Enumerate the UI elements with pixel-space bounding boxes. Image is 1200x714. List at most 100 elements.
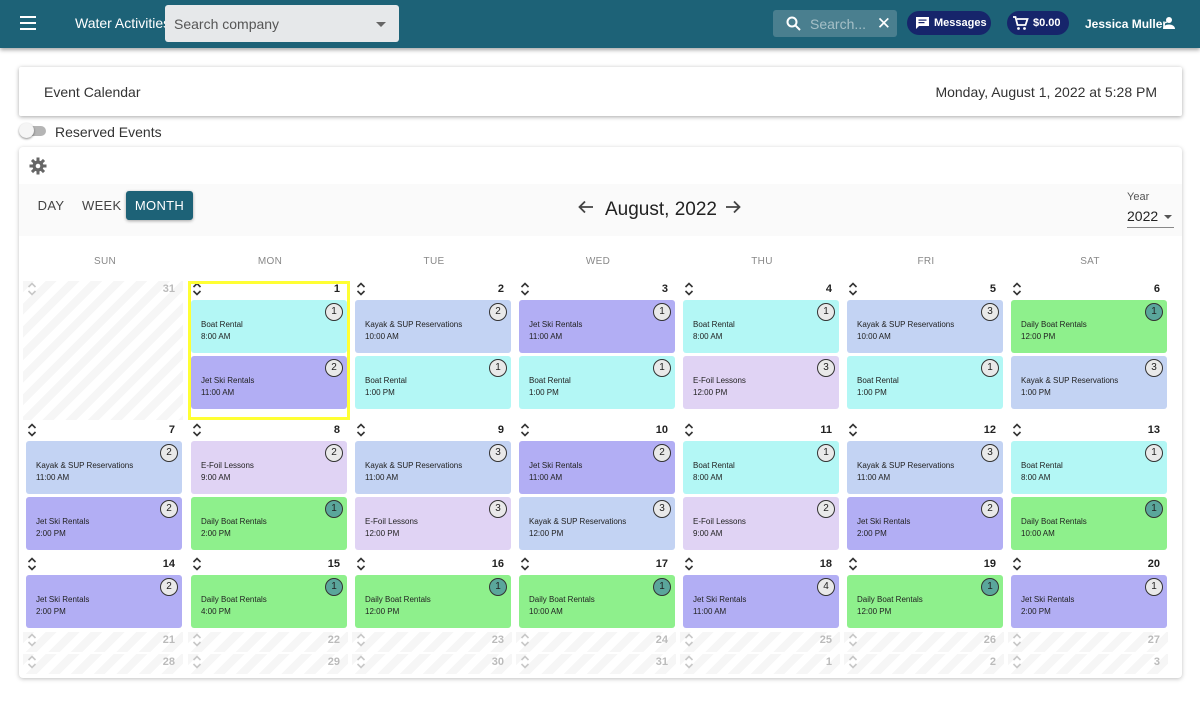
event-kayak[interactable]: Kayak & SUP Reservations 11:00 AM 2 [26, 441, 182, 494]
day-number[interactable]: 18 [802, 558, 832, 570]
event-boat[interactable]: Boat Rental 1:00 PM 1 [847, 356, 1003, 409]
search-input[interactable]: Search... ✕ [773, 10, 897, 37]
chevron-updown-icon[interactable] [192, 633, 202, 647]
chevron-updown-icon[interactable] [848, 655, 858, 669]
chevron-updown-icon[interactable] [520, 633, 530, 647]
gear-icon[interactable] [29, 157, 47, 175]
chevron-updown-icon[interactable] [520, 282, 530, 296]
event-kayak[interactable]: Kayak & SUP Reservations 1:00 PM 3 [1011, 356, 1167, 409]
day-number[interactable]: 27 [1130, 634, 1160, 646]
event-daily[interactable]: Daily Boat Rentals 12:00 PM 1 [1011, 300, 1167, 353]
day-number[interactable]: 29 [310, 656, 340, 668]
day-number[interactable]: 2 [474, 283, 504, 295]
arrow-right-icon[interactable] [725, 200, 741, 214]
chevron-updown-icon[interactable] [848, 282, 858, 296]
day-number[interactable]: 11 [802, 424, 832, 436]
chevron-updown-icon[interactable] [684, 282, 694, 296]
chevron-updown-icon[interactable] [1012, 423, 1022, 437]
event-jetski[interactable]: Jet Ski Rentals 2:00 PM 2 [26, 497, 182, 550]
chevron-updown-icon[interactable] [27, 655, 37, 669]
chevron-updown-icon[interactable] [520, 557, 530, 571]
day-number[interactable]: 6 [1130, 283, 1160, 295]
event-jetski[interactable]: Jet Ski Rentals 11:00 AM 4 [683, 575, 839, 628]
event-jetski[interactable]: Jet Ski Rentals 11:00 AM 1 [519, 300, 675, 353]
chevron-updown-icon[interactable] [1012, 655, 1022, 669]
event-daily[interactable]: Daily Boat Rentals 10:00 AM 1 [1011, 497, 1167, 550]
person-icon[interactable] [1162, 16, 1176, 30]
day-number[interactable]: 23 [474, 634, 504, 646]
event-jetski[interactable]: Jet Ski Rentals 2:00 PM 2 [847, 497, 1003, 550]
event-daily[interactable]: Daily Boat Rentals 2:00 PM 1 [191, 497, 347, 550]
chevron-updown-icon[interactable] [684, 423, 694, 437]
chevron-updown-icon[interactable] [520, 423, 530, 437]
year-select[interactable]: 2022 [1127, 208, 1174, 228]
chevron-updown-icon[interactable] [848, 557, 858, 571]
menu-icon[interactable] [20, 16, 36, 30]
event-efoil[interactable]: E-Foil Lessons 12:00 PM 3 [355, 497, 511, 550]
chevron-updown-icon[interactable] [192, 557, 202, 571]
event-boat[interactable]: Boat Rental 1:00 PM 1 [355, 356, 511, 409]
event-boat[interactable]: Boat Rental 8:00 AM 1 [683, 300, 839, 353]
day-number[interactable]: 13 [1130, 424, 1160, 436]
event-kayak[interactable]: Kayak & SUP Reservations 11:00 AM 3 [847, 441, 1003, 494]
day-number[interactable]: 25 [802, 634, 832, 646]
chevron-updown-icon[interactable] [1012, 282, 1022, 296]
chevron-updown-icon[interactable] [684, 557, 694, 571]
chevron-updown-icon[interactable] [520, 655, 530, 669]
messages-button[interactable]: Messages [907, 11, 991, 35]
day-number[interactable]: 10 [638, 424, 668, 436]
chevron-updown-icon[interactable] [27, 423, 37, 437]
event-jetski[interactable]: Jet Ski Rentals 11:00 AM 2 [519, 441, 675, 494]
day-number[interactable]: 14 [145, 558, 175, 570]
day-number[interactable]: 4 [802, 283, 832, 295]
day-number[interactable]: 22 [310, 634, 340, 646]
chevron-updown-icon[interactable] [848, 423, 858, 437]
company-select[interactable]: Search company [165, 5, 399, 42]
chevron-updown-icon[interactable] [848, 633, 858, 647]
day-number[interactable]: 3 [638, 283, 668, 295]
day-number[interactable]: 5 [966, 283, 996, 295]
chevron-updown-icon[interactable] [684, 655, 694, 669]
chevron-updown-icon[interactable] [192, 423, 202, 437]
chevron-updown-icon[interactable] [356, 557, 366, 571]
chevron-updown-icon[interactable] [1012, 557, 1022, 571]
day-number[interactable]: 28 [145, 656, 175, 668]
cart-button[interactable]: $0.00 [1007, 11, 1069, 35]
chevron-updown-icon[interactable] [356, 423, 366, 437]
day-number[interactable]: 21 [145, 634, 175, 646]
day-number[interactable]: 19 [966, 558, 996, 570]
event-boat[interactable]: Boat Rental 8:00 AM 1 [683, 441, 839, 494]
event-daily[interactable]: Daily Boat Rentals 12:00 PM 1 [355, 575, 511, 628]
day-number[interactable]: 1 [802, 656, 832, 668]
event-jetski[interactable]: Jet Ski Rentals 2:00 PM 2 [26, 575, 182, 628]
day-number[interactable]: 31 [638, 656, 668, 668]
day-number[interactable]: 8 [310, 424, 340, 436]
event-jetski[interactable]: Jet Ski Rentals 2:00 PM 1 [1011, 575, 1167, 628]
day-number[interactable]: 2 [966, 656, 996, 668]
chevron-updown-icon[interactable] [1012, 633, 1022, 647]
event-efoil[interactable]: E-Foil Lessons 9:00 AM 2 [191, 441, 347, 494]
day-number[interactable]: 26 [966, 634, 996, 646]
event-kayak[interactable]: Kayak & SUP Reservations 10:00 AM 2 [355, 300, 511, 353]
chevron-updown-icon[interactable] [192, 655, 202, 669]
chevron-updown-icon[interactable] [356, 633, 366, 647]
event-daily[interactable]: Daily Boat Rentals 4:00 PM 1 [191, 575, 347, 628]
day-number[interactable]: 31 [145, 283, 175, 295]
event-efoil[interactable]: E-Foil Lessons 9:00 AM 2 [683, 497, 839, 550]
event-daily[interactable]: Daily Boat Rentals 10:00 AM 1 [519, 575, 675, 628]
reserved-events-toggle[interactable] [19, 123, 46, 138]
chevron-updown-icon[interactable] [356, 282, 366, 296]
chevron-updown-icon[interactable] [27, 557, 37, 571]
chevron-updown-icon[interactable] [356, 655, 366, 669]
event-daily[interactable]: Daily Boat Rentals 12:00 PM 1 [847, 575, 1003, 628]
user-name[interactable]: Jessica Muller [1085, 17, 1167, 31]
day-number[interactable]: 30 [474, 656, 504, 668]
day-number[interactable]: 12 [966, 424, 996, 436]
chevron-updown-icon[interactable] [27, 633, 37, 647]
event-kayak[interactable]: Kayak & SUP Reservations 12:00 PM 3 [519, 497, 675, 550]
view-day-button[interactable]: DAY [32, 191, 70, 220]
event-kayak[interactable]: Kayak & SUP Reservations 10:00 AM 3 [847, 300, 1003, 353]
event-efoil[interactable]: E-Foil Lessons 12:00 PM 3 [683, 356, 839, 409]
close-icon[interactable]: ✕ [877, 15, 891, 32]
day-number[interactable]: 16 [474, 558, 504, 570]
